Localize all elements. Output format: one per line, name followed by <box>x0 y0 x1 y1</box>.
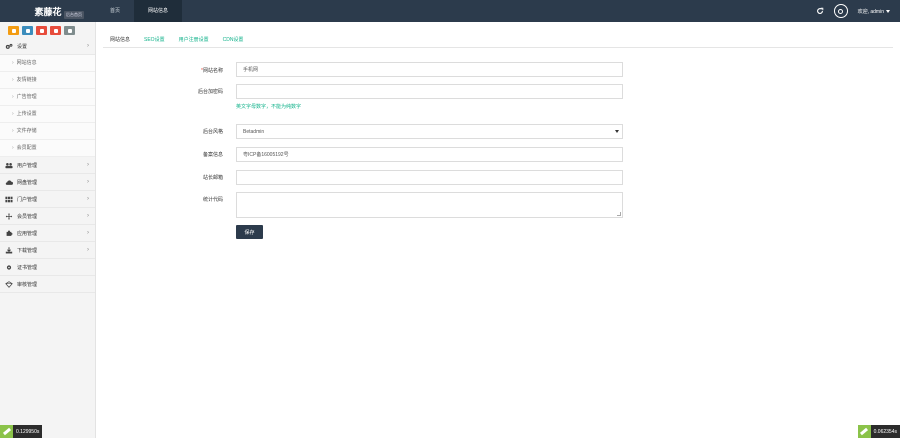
stats-code-label: 统计代码 <box>202 197 223 203</box>
chevron-right-icon: › <box>87 162 89 168</box>
grid-icon <box>5 196 13 202</box>
doc-icon[interactable] <box>22 26 33 35</box>
move-icon <box>5 212 13 220</box>
sidebar-group-label: 审核管理 <box>17 281 38 288</box>
sidebar-group-cloud[interactable]: 网盘管理 › <box>0 174 95 191</box>
admin-code-input[interactable] <box>236 84 623 99</box>
shield-icon <box>5 280 13 288</box>
home-icon[interactable] <box>8 26 19 35</box>
icp-label: 备案信息 <box>202 152 223 158</box>
settings-tabs: 网站信息 SEO设置 用户注册设置 CDN设置 <box>103 34 893 48</box>
admin-code-label: 后台加密码 <box>197 89 223 95</box>
sidebar-group-label: 门户管理 <box>17 196 38 203</box>
sidebar-item-label: 广告管理 <box>16 94 37 100</box>
users-icon <box>5 162 13 168</box>
sidebar-group-label: 用户管理 <box>17 162 38 169</box>
sidebar-group-label: 下载管理 <box>17 247 38 254</box>
timing-value: 0.062354s <box>873 428 897 435</box>
sidebar-item-ads[interactable]: › 广告管理 <box>0 89 95 106</box>
timing-value: 0.129950s <box>16 428 40 435</box>
site-name-input[interactable]: 手机网 <box>236 62 623 77</box>
sidebar-group-audit[interactable]: 审核管理 <box>0 276 95 293</box>
timing-badge-left: 0.129950s <box>0 425 43 438</box>
puzzle-icon <box>6 230 13 236</box>
sidebar-group-label: 应用管理 <box>17 230 38 237</box>
sidebar-group-members[interactable]: 会员管理 › <box>0 208 95 225</box>
sidebar-item-label: 上传设置 <box>16 111 37 117</box>
refresh-icon[interactable] <box>816 7 824 15</box>
chevron-down-icon <box>886 9 890 13</box>
chevron-right-icon: › <box>87 196 89 202</box>
sidebar-item-upload[interactable]: › 上传设置 <box>0 106 95 123</box>
chevron-right-icon: › <box>87 230 89 236</box>
sidebar: 设置 › › 网站信息 › 友情链接 › 广告管理 › 上传设置 › 文件存储 › 会员配置… <box>0 22 96 438</box>
nav-site-info[interactable]: 网站信息 <box>134 0 183 22</box>
sidebar-item-storage[interactable]: › 文件存储 <box>0 123 95 140</box>
icp-input[interactable]: 粤ICP备16005192号 <box>236 147 623 162</box>
sidebar-group-download[interactable]: 下载管理 › <box>0 242 95 259</box>
sidebar-item-site-info[interactable]: › 网站信息 <box>0 55 95 72</box>
sidebar-item-label: 会员配置 <box>16 145 37 151</box>
cert-icon <box>6 264 12 270</box>
admin-code-hint: 英文字母数字，不能为纯数字 <box>236 104 302 110</box>
monitor-icon[interactable] <box>64 26 75 35</box>
sidebar-item-label: 友情链接 <box>16 77 37 83</box>
sidebar-group-portal[interactable]: 门户管理 › <box>0 191 95 208</box>
tab-cdn[interactable]: CDN设置 <box>216 34 251 47</box>
user-menu[interactable]: 欢迎, admin <box>858 8 890 15</box>
theme-label: 后台风格 <box>202 129 223 135</box>
sidebar-item-label: 文件存储 <box>16 128 37 134</box>
main-content: 网站信息 SEO设置 用户注册设置 CDN设置 *网站名称 手机网 后台加密码 … <box>97 22 900 438</box>
settings-icon[interactable] <box>50 26 61 35</box>
sidebar-group-label: 证书管理 <box>17 264 38 271</box>
save-button[interactable]: 保存 <box>236 225 263 239</box>
debug-logo-icon <box>857 425 871 438</box>
timing-badge-right: 0.062354s <box>857 425 900 438</box>
sidebar-item-links[interactable]: › 友情链接 <box>0 72 95 89</box>
sidebar-group-apps[interactable]: 应用管理 › <box>0 225 95 242</box>
sidebar-group-label: 设置 <box>17 43 28 50</box>
sidebar-group-settings[interactable]: 设置 › <box>0 38 95 55</box>
sidebar-group-label: 网盘管理 <box>17 179 38 186</box>
trash-icon[interactable] <box>36 26 47 35</box>
email-label: 站长邮箱 <box>202 175 223 181</box>
sidebar-group-cert[interactable]: 证书管理 <box>0 259 95 276</box>
stats-code-textarea[interactable] <box>236 192 623 218</box>
chevron-right-icon: › <box>87 43 89 49</box>
theme-select[interactable]: Betadmin <box>236 124 623 139</box>
sidebar-item-member-config[interactable]: › 会员配置 <box>0 140 95 157</box>
welcome-text: 欢迎, admin <box>857 8 884 15</box>
gears-icon <box>5 43 13 49</box>
chevron-right-icon: › <box>87 247 89 253</box>
avatar[interactable] <box>833 4 848 18</box>
chevron-right-icon: › <box>87 179 89 185</box>
brand-tooltip: 后台首页 <box>64 11 84 19</box>
brand-name: 素藤花 <box>34 7 62 18</box>
tab-seo[interactable]: SEO设置 <box>137 34 172 47</box>
site-name-label: *网站名称 <box>201 68 223 74</box>
nav-home[interactable]: 首页 <box>96 0 134 22</box>
resize-handle-icon[interactable] <box>617 212 621 216</box>
chevron-right-icon: › <box>87 213 89 219</box>
debug-logo-icon <box>0 425 13 438</box>
download-icon <box>5 246 13 253</box>
top-nav: 首页 网站信息 <box>96 0 183 22</box>
sidebar-item-label: 网站信息 <box>16 60 37 66</box>
top-navbar: 素藤花 后台首页 首页 网站信息 欢迎, admin <box>0 0 900 22</box>
chevron-down-icon <box>615 129 619 133</box>
tab-user-registration[interactable]: 用户注册设置 <box>172 34 216 47</box>
cloud-icon <box>5 179 13 185</box>
top-right-actions: 欢迎, admin <box>816 0 890 22</box>
sidebar-group-label: 会员管理 <box>17 213 38 220</box>
email-input[interactable] <box>236 170 623 185</box>
quick-icons <box>0 22 95 38</box>
tab-site-info[interactable]: 网站信息 <box>103 34 137 47</box>
brand[interactable]: 素藤花 后台首页 <box>0 0 96 22</box>
sidebar-group-users[interactable]: 用户管理 › <box>0 157 95 174</box>
